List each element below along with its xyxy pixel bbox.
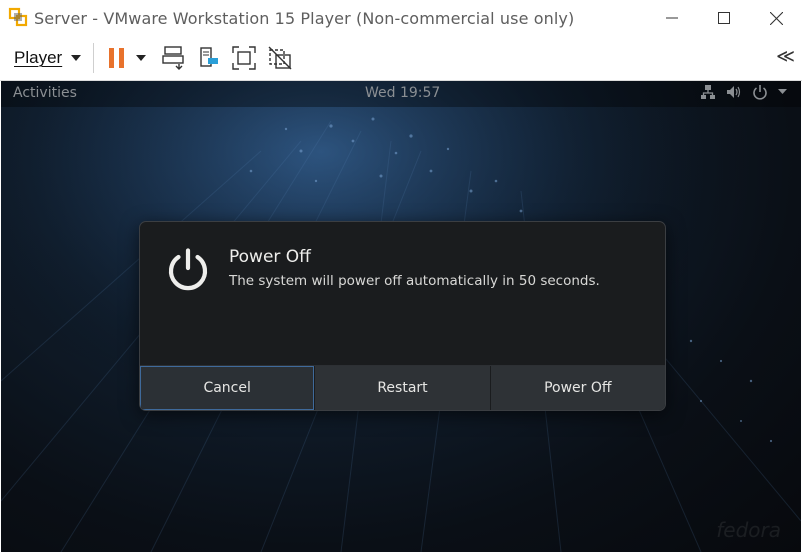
- fit-guest-button[interactable]: [232, 43, 256, 73]
- chevron-down-icon: [136, 55, 147, 61]
- dialog-title: Power Off: [229, 247, 311, 267]
- power-icon: [753, 85, 767, 100]
- system-status-area[interactable]: [700, 84, 787, 100]
- pause-icon: [109, 48, 125, 68]
- fit-guest-icon: [232, 46, 256, 70]
- send-ctrl-alt-del-icon: [162, 46, 184, 70]
- vmware-logo-icon: [8, 7, 28, 27]
- unity-icon: [268, 46, 292, 70]
- player-menu-button[interactable]: Player: [14, 43, 82, 73]
- chevron-down-icon: [778, 89, 787, 94]
- player-menu-label: Player: [14, 48, 63, 67]
- fedora-watermark: fedora: [716, 518, 781, 542]
- guest-display[interactable]: Activities Wed 19:57 fedora Power Off Th…: [1, 81, 801, 552]
- activities-button[interactable]: Activities: [13, 85, 77, 101]
- maximize-button[interactable]: [698, 0, 750, 36]
- player-toolbar: Player ≪: [0, 36, 802, 81]
- restart-button[interactable]: Restart: [315, 366, 491, 410]
- window-title: Server - VMware Workstation 15 Player (N…: [34, 8, 575, 28]
- volume-icon: [727, 86, 741, 98]
- minimize-icon: [666, 17, 678, 19]
- dialog-button-row: Cancel Restart Power Off: [140, 365, 665, 410]
- close-button[interactable]: [750, 0, 802, 36]
- clock[interactable]: Wed 19:57: [365, 85, 440, 101]
- removable-devices-icon: [200, 47, 219, 67]
- toolbar-divider: [93, 43, 95, 73]
- gnome-top-bar: Activities Wed 19:57: [1, 81, 801, 107]
- power-off-dialog: Power Off The system will power off auto…: [139, 221, 666, 411]
- maximize-icon: [718, 12, 730, 24]
- unity-button[interactable]: [268, 43, 292, 73]
- cancel-button[interactable]: Cancel: [140, 366, 316, 410]
- pause-button[interactable]: [108, 43, 126, 73]
- dialog-message: The system will power off automatically …: [229, 273, 600, 289]
- power-off-button[interactable]: Power Off: [490, 366, 665, 410]
- power-icon: [168, 248, 208, 291]
- power-options-dropdown[interactable]: [136, 43, 147, 73]
- collapse-toolbar-button[interactable]: ≪: [776, 46, 795, 67]
- send-ctrl-alt-del-button[interactable]: [162, 43, 186, 73]
- minimize-button[interactable]: [646, 0, 698, 36]
- window-titlebar: Server - VMware Workstation 15 Player (N…: [0, 0, 802, 36]
- chevron-down-icon: [71, 55, 82, 61]
- removable-devices-button[interactable]: [198, 43, 220, 73]
- network-wired-icon: [701, 85, 715, 99]
- close-icon: [769, 11, 783, 25]
